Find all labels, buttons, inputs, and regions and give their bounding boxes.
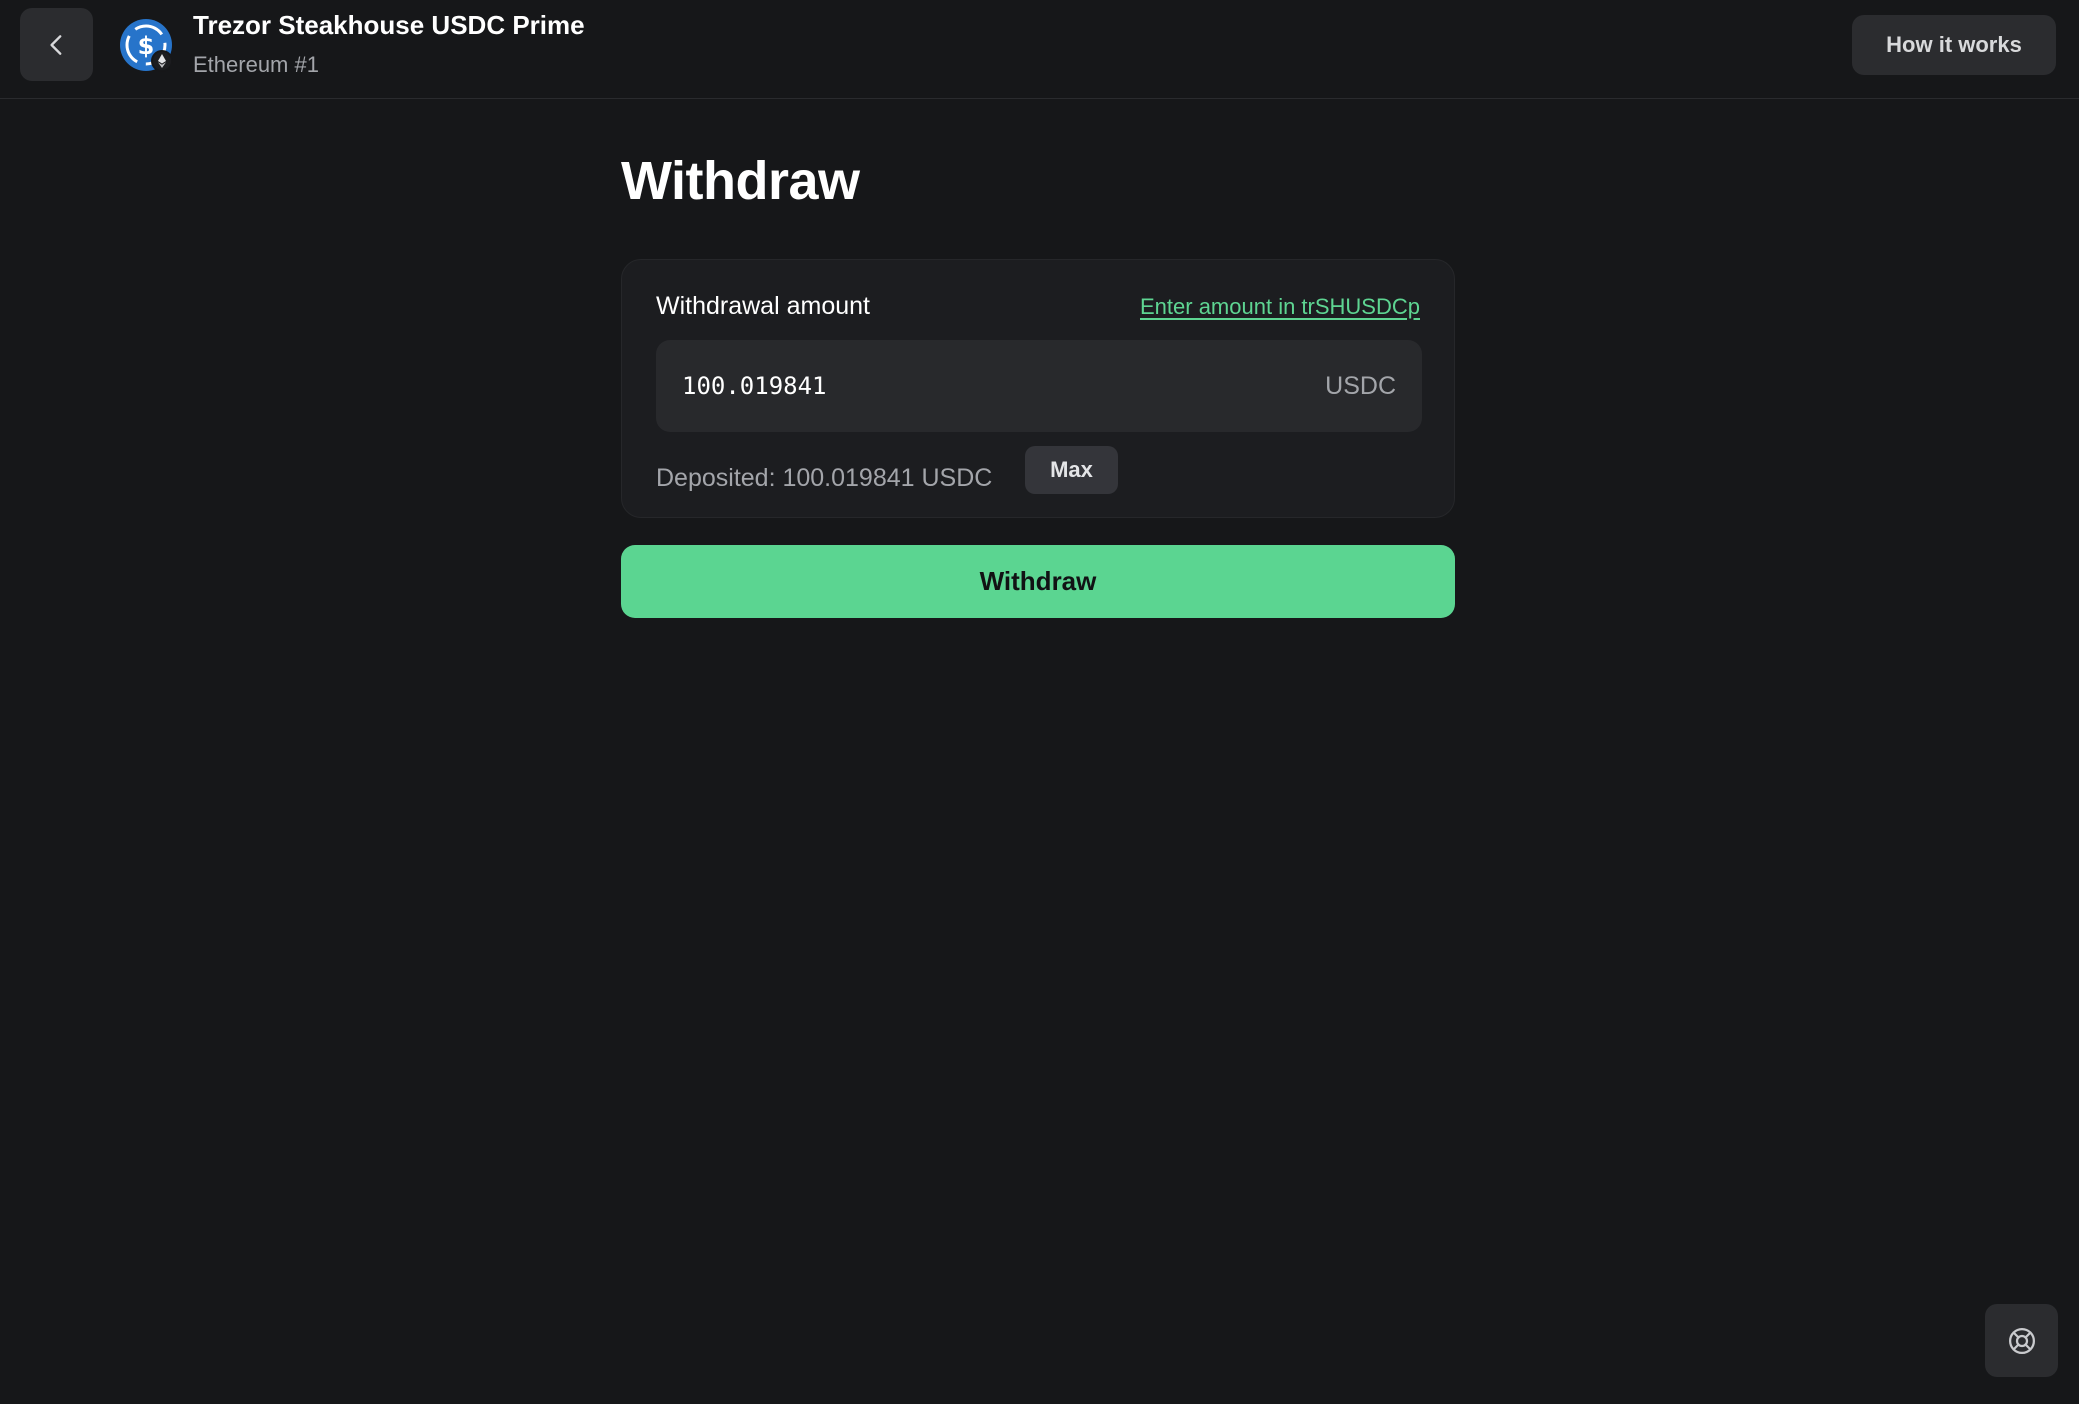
- how-it-works-button[interactable]: How it works: [1852, 15, 2056, 75]
- withdrawal-amount-label: Withdrawal amount: [656, 292, 870, 320]
- amount-unit: USDC: [1325, 371, 1396, 400]
- usdc-coin-icon: $: [119, 18, 173, 72]
- enter-amount-in-shares-link[interactable]: Enter amount in trSHUSDCp: [1140, 294, 1420, 320]
- max-button[interactable]: Max: [1025, 446, 1118, 494]
- withdraw-page: $ Trezor Steakhouse USDC Prime Ethereum …: [0, 0, 2079, 1404]
- amount-input[interactable]: [682, 340, 1242, 432]
- page-title: Withdraw: [621, 151, 860, 211]
- support-button[interactable]: [1985, 1304, 2058, 1377]
- ethereum-icon: [151, 50, 173, 72]
- account-subtitle: Ethereum #1: [193, 52, 319, 77]
- back-button[interactable]: [20, 8, 93, 81]
- lifebuoy-icon: [2008, 1327, 2035, 1354]
- amount-field[interactable]: USDC: [656, 340, 1422, 432]
- top-bar: $ Trezor Steakhouse USDC Prime Ethereum …: [0, 0, 2079, 99]
- vault-title: Trezor Steakhouse USDC Prime: [193, 10, 585, 40]
- chevron-left-icon: [49, 34, 61, 55]
- svg-text:$: $: [138, 32, 155, 60]
- deposited-balance: Deposited: 100.019841 USDC: [656, 463, 993, 492]
- withdrawal-card: Withdrawal amount Enter amount in trSHUS…: [621, 259, 1455, 518]
- withdraw-button[interactable]: Withdraw: [621, 545, 1455, 618]
